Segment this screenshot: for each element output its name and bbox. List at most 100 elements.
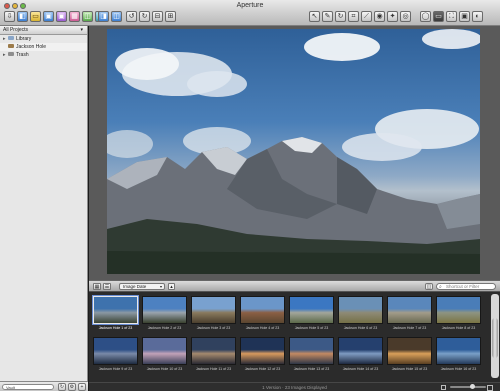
compare-icon[interactable]: ◫	[111, 11, 122, 22]
thumbnail-caption: Jackson Hole 3 of 23	[196, 326, 231, 330]
thumbnail[interactable]: Jackson Hole 15 of 23	[386, 336, 433, 374]
mountain-landscape-image	[107, 29, 480, 274]
thumbnail-caption: Jackson Hole 16 of 23	[440, 367, 477, 371]
viewer-mode-icon[interactable]: ▣	[459, 11, 470, 22]
thumbnail-caption: Jackson Hole 1 of 23	[98, 326, 133, 330]
thumbnail-caption: Jackson Hole 7 of 23	[392, 326, 427, 330]
thumbnail[interactable]: Jackson Hole 1 of 23	[92, 295, 139, 333]
thumbnail[interactable]: Jackson Hole 10 of 23	[141, 336, 188, 374]
filmstrip-scrollbar[interactable]	[491, 294, 499, 378]
sidebar-item-jackson-hole[interactable]: Jackson Hole	[0, 43, 87, 51]
project-icon	[8, 44, 14, 48]
filter-hud-icon[interactable]: ◫	[425, 283, 433, 290]
new-folder-icon[interactable]: ▭	[30, 11, 41, 22]
search-placeholder: Shortcut or Filter	[446, 284, 480, 289]
thumbnail[interactable]: Jackson Hole 12 of 23	[239, 336, 286, 374]
thumbnail[interactable]: Jackson Hole 6 of 23	[337, 295, 384, 333]
large-thumbnail-icon[interactable]	[487, 384, 493, 391]
sort-select[interactable]: Image Date ▾	[119, 283, 165, 290]
thumbnail-caption: Jackson Hole 14 of 23	[342, 367, 379, 371]
projects-sidebar: All Projects ▾ ▸ Library Jackson Hole ▸ Tr…	[0, 26, 88, 391]
thumbnail-caption: Jackson Hole 10 of 23	[146, 367, 183, 371]
import-arrow-icon[interactable]: ⇩	[4, 11, 15, 22]
thumbnail[interactable]: Jackson Hole 4 of 23	[239, 295, 286, 333]
loupe-icon[interactable]: ◯	[420, 11, 431, 22]
sidebar-item-trash[interactable]: ▸ Trash	[0, 51, 87, 59]
main-photo[interactable]	[107, 29, 480, 274]
scrollbar-knob[interactable]	[492, 318, 498, 358]
sort-select-value: Image Date	[123, 284, 147, 289]
thumbnail[interactable]: Jackson Hole 11 of 23	[190, 336, 237, 374]
loupe-tool-icon[interactable]: ◎	[400, 11, 411, 22]
filmstrip-search-input[interactable]: ⌕ Shortcut or Filter	[436, 283, 496, 290]
toolbar-view-group: ◯ ▭ ⛶ ▣ ◐	[420, 11, 483, 23]
rotate-right-icon[interactable]: ↻	[139, 11, 150, 22]
thumbnail[interactable]: Jackson Hole 2 of 23	[141, 295, 188, 333]
thumbnail-image	[191, 296, 236, 324]
stack-icon[interactable]: ◨	[98, 11, 109, 22]
rotate-tool-icon[interactable]: ↻	[335, 11, 346, 22]
lift-stamp-icon[interactable]: ✎	[322, 11, 333, 22]
thumbnail-caption: Jackson Hole 13 of 23	[293, 367, 330, 371]
thumbnail-image	[93, 337, 138, 365]
image-count-status: 1 Version · 23 Images Displayed	[262, 385, 327, 390]
straighten-tool-icon[interactable]: ⟋	[361, 11, 372, 22]
slider-knob[interactable]	[470, 384, 475, 389]
browser-controls: ▦ ☰ Image Date ▾ ▴ ◫ ⌕ Shortcut or Filte…	[89, 280, 500, 292]
chevron-down-icon[interactable]: ▾	[80, 26, 83, 35]
toolbar-version-group: ⊟ ⊞	[152, 11, 176, 23]
thumbnail-image	[436, 296, 481, 324]
primary-only-icon[interactable]: ▭	[433, 11, 444, 22]
crop-tool-icon[interactable]: ⌗	[348, 11, 359, 22]
toolbar-rotate-group: ↺ ↻	[126, 11, 150, 23]
smart-album-icon[interactable]: ▣	[56, 11, 67, 22]
sort-direction-icon[interactable]: ▴	[168, 283, 175, 290]
add-icon[interactable]: +	[78, 383, 86, 391]
thumbnail-image	[240, 337, 285, 365]
small-thumbnail-icon[interactable]	[441, 385, 446, 390]
thumbnail-image	[436, 337, 481, 365]
thumbnail-image	[240, 296, 285, 324]
thumbnail[interactable]: Jackson Hole 16 of 23	[435, 336, 482, 374]
thumbnail[interactable]: Jackson Hole 9 of 23	[92, 336, 139, 374]
fullscreen-icon[interactable]: ⛶	[446, 11, 457, 22]
new-version-icon[interactable]: ⊞	[165, 11, 176, 22]
selection-tool-icon[interactable]: ↖	[309, 11, 320, 22]
grid-view-icon[interactable]: ▦	[93, 283, 101, 290]
thumbnail[interactable]: Jackson Hole 14 of 23	[337, 336, 384, 374]
action-gear-icon[interactable]: ⚙	[68, 383, 76, 391]
search-icon: ⌕	[439, 284, 442, 290]
thumbnail-image	[142, 296, 187, 324]
projects-header[interactable]: All Projects ▾	[0, 26, 87, 35]
filmstrip: Jackson Hole 1 of 23 Jackson Hole 2 of 23…	[89, 292, 500, 391]
toolbar-mid-group: ◨ ◫	[98, 11, 122, 23]
red-eye-tool-icon[interactable]: ◉	[374, 11, 385, 22]
thumbnail-image	[387, 337, 432, 365]
refresh-icon[interactable]: ↻	[58, 383, 66, 391]
thumbnail[interactable]: Jackson Hole 3 of 23	[190, 295, 237, 333]
trash-icon	[8, 52, 14, 56]
thumbnail[interactable]: Jackson Hole 5 of 23	[288, 295, 335, 333]
spot-patch-tool-icon[interactable]: ✦	[387, 11, 398, 22]
thumbnail-caption: Jackson Hole 15 of 23	[391, 367, 428, 371]
web-gallery-icon[interactable]: ◫	[82, 11, 93, 22]
sidebar-item-library[interactable]: ▸ Library	[0, 35, 87, 43]
show-master-icon[interactable]: ⊟	[152, 11, 163, 22]
thumbnail[interactable]: Jackson Hole 7 of 23	[386, 295, 433, 333]
thumbnail-caption: Jackson Hole 2 of 23	[147, 326, 182, 330]
window-title: Aperture	[236, 2, 264, 9]
thumbnail-image	[338, 337, 383, 365]
thumbnail-size-slider[interactable]	[450, 384, 486, 389]
new-album-icon[interactable]: ▣	[43, 11, 54, 22]
thumbnail-caption: Jackson Hole 11 of 23	[195, 367, 232, 371]
thumbnail-image	[289, 337, 334, 365]
new-project-icon[interactable]: ◧	[17, 11, 28, 22]
thumbnail[interactable]: Jackson Hole 13 of 23	[288, 336, 335, 374]
adjustments-icon[interactable]: ◐	[472, 11, 483, 22]
rotate-left-icon[interactable]: ↺	[126, 11, 137, 22]
vault-field[interactable]: Vault	[2, 384, 54, 390]
light-table-icon[interactable]: ▦	[69, 11, 80, 22]
thumbnail-image	[338, 296, 383, 324]
thumbnail[interactable]: Jackson Hole 8 of 23	[435, 295, 482, 333]
list-view-icon[interactable]: ☰	[103, 283, 111, 290]
